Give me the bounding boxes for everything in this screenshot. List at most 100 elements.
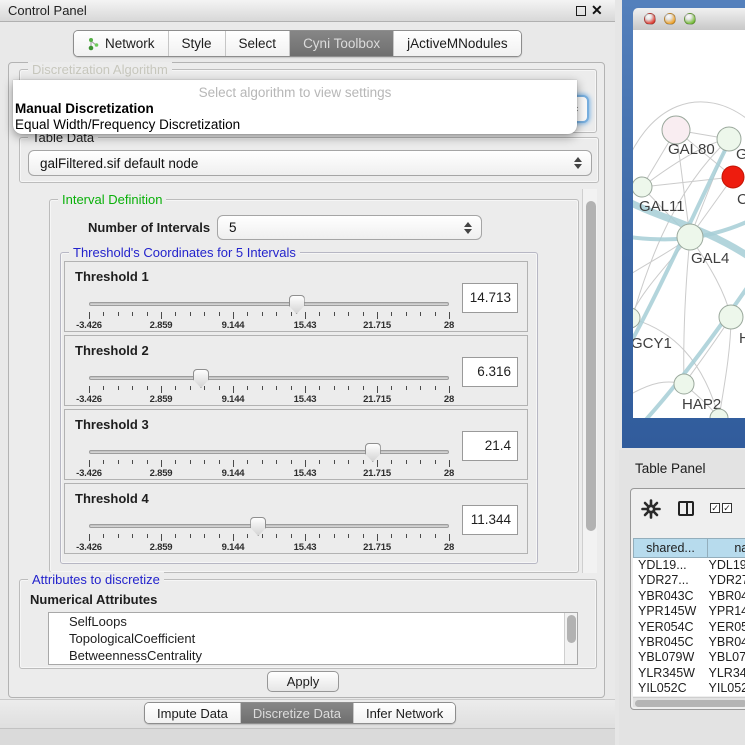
slider-ticks <box>89 460 449 468</box>
tab-label: Network <box>105 36 155 51</box>
scrollbar-thumb[interactable] <box>586 201 596 531</box>
tab-network[interactable]: Network <box>74 31 168 56</box>
cell-shared-name[interactable]: YBR043C <box>633 589 703 604</box>
minimize-traffic-light-icon[interactable] <box>664 13 676 25</box>
cell-shared-name[interactable]: YER054C <box>633 620 703 635</box>
cell-name[interactable]: YER054C <box>703 620 745 635</box>
threshold-3-panel: Threshold 3-3.4262.8599.14415.4321.71528… <box>64 409 528 480</box>
threshold-3-value-field[interactable]: 21.4 <box>462 431 518 461</box>
network-node-gal11[interactable] <box>633 177 652 197</box>
attribute-list-item[interactable]: BetweennessCentrality <box>49 647 577 664</box>
network-node-c[interactable] <box>722 166 744 188</box>
algorithm-dropdown-popup: Select algorithm to view settings Manual… <box>13 80 577 134</box>
cell-name[interactable]: YPR145W <box>703 604 745 619</box>
column-header-name[interactable]: name <box>708 538 745 558</box>
table-row[interactable]: YDR27...YDR27... <box>633 573 745 588</box>
threshold-1-value-field[interactable]: 14.713 <box>462 283 518 313</box>
threshold-2-value-field[interactable]: 6.316 <box>462 357 518 387</box>
threshold-slider-track[interactable] <box>89 524 449 528</box>
network-edge[interactable] <box>642 177 733 187</box>
threshold-4-value-field[interactable]: 11.344 <box>462 505 518 535</box>
close-traffic-light-icon[interactable] <box>644 13 656 25</box>
table-panel-title: Table Panel <box>635 461 706 476</box>
attribute-list-item[interactable]: SelfLoops <box>49 613 577 630</box>
attributes-group: Attributes to discretize Numerical Attri… <box>19 579 597 669</box>
apply-button[interactable]: Apply <box>267 671 339 692</box>
attributes-list-scrollbar[interactable] <box>564 613 577 665</box>
threshold-slider-track[interactable] <box>89 450 449 454</box>
tab-discretize-data[interactable]: Discretize Data <box>240 703 353 723</box>
threshold-1-panel: Threshold 1-3.4262.8599.14415.4321.71528… <box>64 261 528 332</box>
slider-ticks <box>89 386 449 394</box>
network-node-h[interactable] <box>719 305 743 329</box>
slider-tick-labels: -3.4262.8599.14415.4321.71528 <box>89 320 449 331</box>
cell-shared-name[interactable]: YBL079W <box>633 650 703 665</box>
cell-shared-name[interactable]: YLR345W <box>633 666 703 681</box>
node-label: GCY1 <box>633 335 672 352</box>
table-row[interactable]: YDL19...YDL19... <box>633 558 745 573</box>
table-row[interactable]: YBR043CYBR043C <box>633 589 745 604</box>
threshold-slider-track[interactable] <box>89 376 449 380</box>
table-row[interactable]: YPR145WYPR145W <box>633 604 745 619</box>
network-graph: GAL80GACGAL11GAL4GCY1HHAP2 <box>633 30 745 418</box>
threshold-slider-track[interactable] <box>89 302 449 306</box>
cell-name[interactable]: YBR043C <box>703 589 745 604</box>
cell-shared-name[interactable]: YPR145W <box>633 604 703 619</box>
cell-name[interactable]: YBR045C <box>703 635 745 650</box>
tab-infer-network[interactable]: Infer Network <box>353 703 455 723</box>
threshold-4-panel: Threshold 4-3.4262.8599.14415.4321.71528… <box>64 483 528 554</box>
network-edge[interactable] <box>633 237 690 318</box>
tab-label: Discretize Data <box>253 706 341 721</box>
split-columns-icon[interactable] <box>678 501 694 516</box>
cell-name[interactable]: YDR27... <box>703 573 745 588</box>
scrollbar-thumb[interactable] <box>635 700 745 707</box>
cell-shared-name[interactable]: YIL052C <box>633 681 703 696</box>
node-label: GAL4 <box>691 250 729 267</box>
tab-impute-data[interactable]: Impute Data <box>145 703 240 723</box>
cell-shared-name[interactable]: YDL19... <box>633 558 703 573</box>
gear-icon[interactable] <box>641 499 661 519</box>
zoom-traffic-light-icon[interactable] <box>684 13 696 25</box>
menu-item-manual-discretization[interactable]: Manual Discretization <box>15 101 154 116</box>
checkbox-icon[interactable]: ✓ <box>710 503 720 513</box>
tab-style[interactable]: Style <box>168 31 225 56</box>
tab-jactivemnodules[interactable]: jActiveMNodules <box>393 31 521 56</box>
table-data-combobox[interactable]: galFiltered.sif default node <box>28 150 592 176</box>
menu-item-equal-width-frequency[interactable]: Equal Width/Frequency Discretization <box>15 117 240 132</box>
cell-name[interactable]: YIL052C <box>703 681 745 696</box>
numerical-attributes-list[interactable]: SelfLoopsTopologicalCoefficientBetweenne… <box>48 612 578 665</box>
attribute-list-item[interactable]: TopologicalCoefficient <box>49 630 577 647</box>
cell-shared-name[interactable]: YDR27... <box>633 573 703 588</box>
interval-definition-group: Interval Definition Number of Intervals … <box>49 199 579 573</box>
node-label: GA <box>736 146 745 163</box>
network-node-gal80[interactable] <box>662 116 690 144</box>
network-window-titlebar[interactable] <box>633 8 745 30</box>
network-canvas[interactable]: GAL80GACGAL11GAL4GCY1HHAP2 <box>633 30 745 418</box>
node-label: GAL80 <box>668 141 715 158</box>
network-node-gal4[interactable] <box>677 224 703 250</box>
column-header-shared-name[interactable]: shared... <box>633 538 708 558</box>
table-row[interactable]: YER054CYER054C <box>633 620 745 635</box>
panel-scrollbar[interactable] <box>582 189 597 573</box>
tab-label: Style <box>182 36 212 51</box>
tab-cyni-toolbox[interactable]: Cyni Toolbox <box>289 31 393 56</box>
number-of-intervals-spinner[interactable]: 5 <box>217 215 482 240</box>
scrollbar-thumb[interactable] <box>567 615 576 643</box>
interval-definition-title: Interval Definition <box>58 192 166 207</box>
cell-shared-name[interactable]: YBR045C <box>633 635 703 650</box>
checkbox-icon[interactable]: ✓ <box>722 503 732 513</box>
table-horizontal-scrollbar[interactable] <box>633 697 745 707</box>
cell-name[interactable]: YDL19... <box>703 558 745 573</box>
cell-name[interactable]: YBL079W <box>703 650 745 665</box>
table-row[interactable]: YBL079WYBL079W <box>633 650 745 665</box>
close-icon[interactable]: ✕ <box>591 2 603 19</box>
table-row[interactable]: YIL052CYIL052C <box>633 681 745 696</box>
tab-select[interactable]: Select <box>225 31 290 56</box>
network-edge[interactable] <box>684 237 690 384</box>
network-node-hap2[interactable] <box>674 374 694 394</box>
table-row[interactable]: YLR345WYLR345W <box>633 666 745 681</box>
table-row[interactable]: YBR045CYBR045C <box>633 635 745 650</box>
control-panel-titlebar[interactable]: Control Panel ✕ <box>0 0 615 22</box>
float-window-icon[interactable] <box>576 6 586 16</box>
cell-name[interactable]: YLR345W <box>703 666 745 681</box>
